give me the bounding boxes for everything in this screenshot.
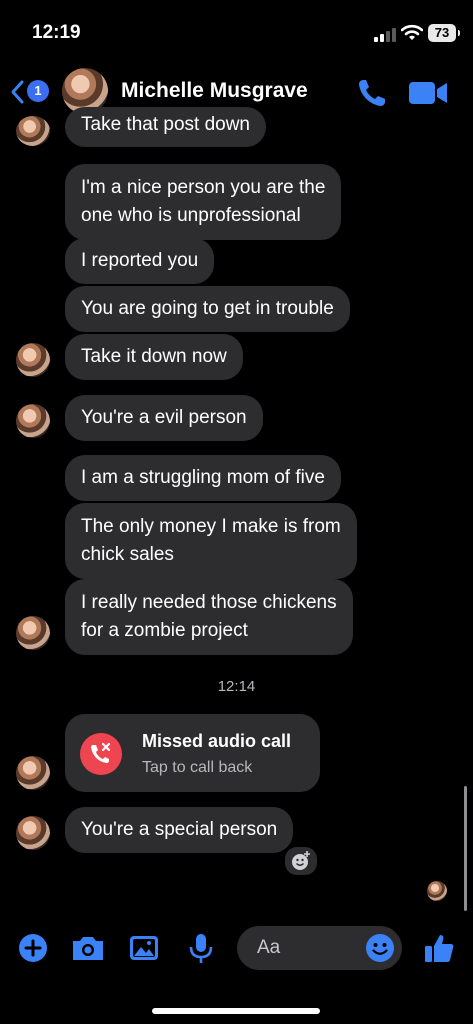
status-time: 12:19 <box>32 22 81 43</box>
message-line: I'm a nice person you are the <box>81 177 326 198</box>
message-line: The only money I make is from <box>81 516 341 537</box>
avatar[interactable] <box>16 816 50 850</box>
missed-call-icon <box>80 733 122 775</box>
missed-call-card[interactable]: Missed audio call Tap to call back <box>65 714 320 792</box>
contact-name[interactable]: Michelle Musgrave <box>121 79 308 103</box>
missed-call-title: Missed audio call <box>142 731 292 751</box>
emoji-icon[interactable] <box>364 932 396 964</box>
message-bubble[interactable]: You are going to get in trouble <box>65 286 350 332</box>
message-line: for a zombie project <box>81 620 248 641</box>
chevron-left-icon <box>11 80 24 104</box>
timestamp: 12:14 <box>217 678 256 695</box>
wifi-icon <box>401 24 423 40</box>
avatar[interactable] <box>16 616 50 650</box>
add-reaction-button[interactable] <box>283 845 319 877</box>
microphone-icon[interactable] <box>181 928 221 968</box>
message-bubble[interactable]: I reported you <box>65 238 215 284</box>
message-bubble[interactable]: I'm a nice person you are the one who is… <box>65 164 342 240</box>
message-line: one who is unprofessional <box>81 205 301 226</box>
camera-icon[interactable] <box>68 928 108 968</box>
message-bubble[interactable]: The only money I make is from chick sale… <box>65 503 357 579</box>
phone-icon[interactable] <box>356 77 388 109</box>
avatar[interactable] <box>16 404 50 438</box>
plus-icon[interactable] <box>13 928 53 968</box>
scroll-indicator[interactable] <box>464 786 467 911</box>
add-reaction-icon <box>292 851 310 870</box>
avatar[interactable] <box>16 116 50 146</box>
message-line: chick sales <box>81 544 174 565</box>
message-bubble[interactable]: I am a struggling mom of five <box>65 455 341 501</box>
message-bubble[interactable]: You're a evil person <box>65 395 263 441</box>
seen-avatar <box>427 881 447 901</box>
message-bubble[interactable]: You're a special person <box>65 807 294 853</box>
unread-badge: 1 <box>27 80 49 102</box>
message-bubble[interactable]: Take that post down <box>65 107 266 147</box>
call-back-link[interactable]: Tap to call back <box>142 759 252 777</box>
battery-indicator: 73 <box>428 24 460 42</box>
home-indicator[interactable] <box>152 1008 320 1014</box>
signal-icon <box>374 28 396 42</box>
message-line: I really needed those chickens <box>81 592 337 613</box>
avatar[interactable] <box>16 756 50 790</box>
video-icon[interactable] <box>408 80 448 106</box>
image-icon[interactable] <box>124 928 164 968</box>
message-bubble[interactable]: I really needed those chickens for a zom… <box>65 579 353 655</box>
thumbs-up-icon[interactable] <box>419 928 459 968</box>
message-bubble[interactable]: Take it down now <box>65 334 243 380</box>
avatar[interactable] <box>16 343 50 377</box>
